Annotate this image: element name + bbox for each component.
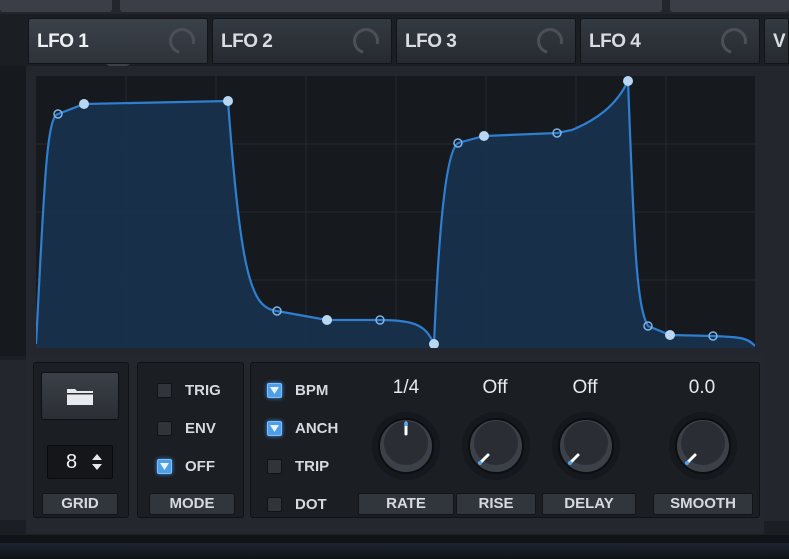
rate-value: 1/4 [392, 377, 420, 398]
tab-label: LFO 3 [405, 31, 457, 52]
smooth-label: SMOOTH [653, 493, 753, 515]
check-icon [160, 463, 169, 470]
delay-knob[interactable] [550, 410, 622, 482]
tab-ring-icon [164, 23, 200, 59]
left-edge-panel [0, 66, 26, 356]
bpm-label: BPM [295, 382, 329, 399]
grid-value: 8 [66, 451, 78, 473]
tab-next[interactable]: V [764, 18, 789, 64]
knob-svg[interactable] [667, 410, 739, 482]
tab-ring-icon [716, 23, 752, 59]
mode-label: MODE [149, 493, 235, 515]
trig-label: TRIG [185, 382, 221, 399]
tab-lfo-3[interactable]: LFO 3 [396, 18, 576, 64]
tab-ring-icon [348, 23, 384, 59]
smooth-value: 0.0 [688, 377, 716, 398]
curve-point[interactable] [322, 315, 332, 325]
bpm-checkbox[interactable] [267, 383, 282, 398]
off-checkbox[interactable] [157, 459, 172, 474]
env-checkbox[interactable] [157, 421, 172, 436]
folder-icon [67, 389, 93, 405]
curve-point[interactable] [665, 330, 675, 340]
knob-svg[interactable] [550, 410, 622, 482]
check-icon [270, 425, 279, 432]
trip-label: TRIP [295, 458, 330, 475]
top-segment [120, 0, 662, 12]
bottom-strip [0, 535, 789, 559]
knob-svg[interactable] [370, 410, 442, 482]
open-preset-button[interactable] [41, 372, 119, 420]
tab-lfo-1[interactable]: LFO 1 [28, 18, 208, 64]
smooth-knob[interactable] [667, 410, 739, 482]
curve-point[interactable] [223, 96, 233, 106]
curve-point[interactable] [623, 76, 633, 86]
bottom-bar [0, 543, 789, 559]
delay-label: DELAY [542, 493, 636, 515]
anch-checkbox[interactable] [267, 421, 282, 436]
env-label: ENV [185, 420, 216, 437]
dot-checkbox[interactable] [267, 497, 282, 512]
knob-svg[interactable] [460, 410, 532, 482]
tab-label: LFO 2 [221, 31, 273, 52]
tab-label: LFO 1 [37, 31, 89, 52]
delay-value: Off [572, 377, 598, 398]
right-edge-panel [764, 66, 789, 521]
lfo-tab-bar: LFO 1 LFO 2 LFO 3 LFO 4 V [0, 18, 789, 66]
trig-checkbox[interactable] [157, 383, 172, 398]
trip-checkbox[interactable] [267, 459, 282, 474]
off-label: OFF [185, 458, 215, 475]
top-segment [0, 0, 112, 12]
grid-stepper[interactable]: 8 [47, 445, 113, 479]
tab-lfo-2[interactable]: LFO 2 [212, 18, 392, 64]
rise-label: RISE [456, 493, 536, 515]
tab-ring-icon [532, 23, 568, 59]
grid-label: GRID [42, 493, 118, 515]
top-segment [670, 0, 789, 12]
top-strip [0, 0, 789, 14]
lfo-curve-svg[interactable] [36, 76, 755, 348]
tab-label: LFO 4 [589, 31, 641, 52]
check-icon [270, 387, 279, 394]
left-edge-panel [0, 360, 26, 520]
lfo-shape-editor[interactable] [36, 76, 755, 348]
curve-point[interactable] [79, 99, 89, 109]
stepper-arrows-icon[interactable] [90, 452, 104, 472]
rate-label: RATE [358, 493, 454, 515]
rise-knob[interactable] [460, 410, 532, 482]
dot-label: DOT [295, 496, 327, 513]
rise-value: Off [482, 377, 508, 398]
tab-label: V [773, 31, 786, 52]
anch-label: ANCH [295, 420, 339, 437]
curve-point[interactable] [479, 131, 489, 141]
rate-knob[interactable] [370, 410, 442, 482]
tab-lfo-4[interactable]: LFO 4 [580, 18, 760, 64]
